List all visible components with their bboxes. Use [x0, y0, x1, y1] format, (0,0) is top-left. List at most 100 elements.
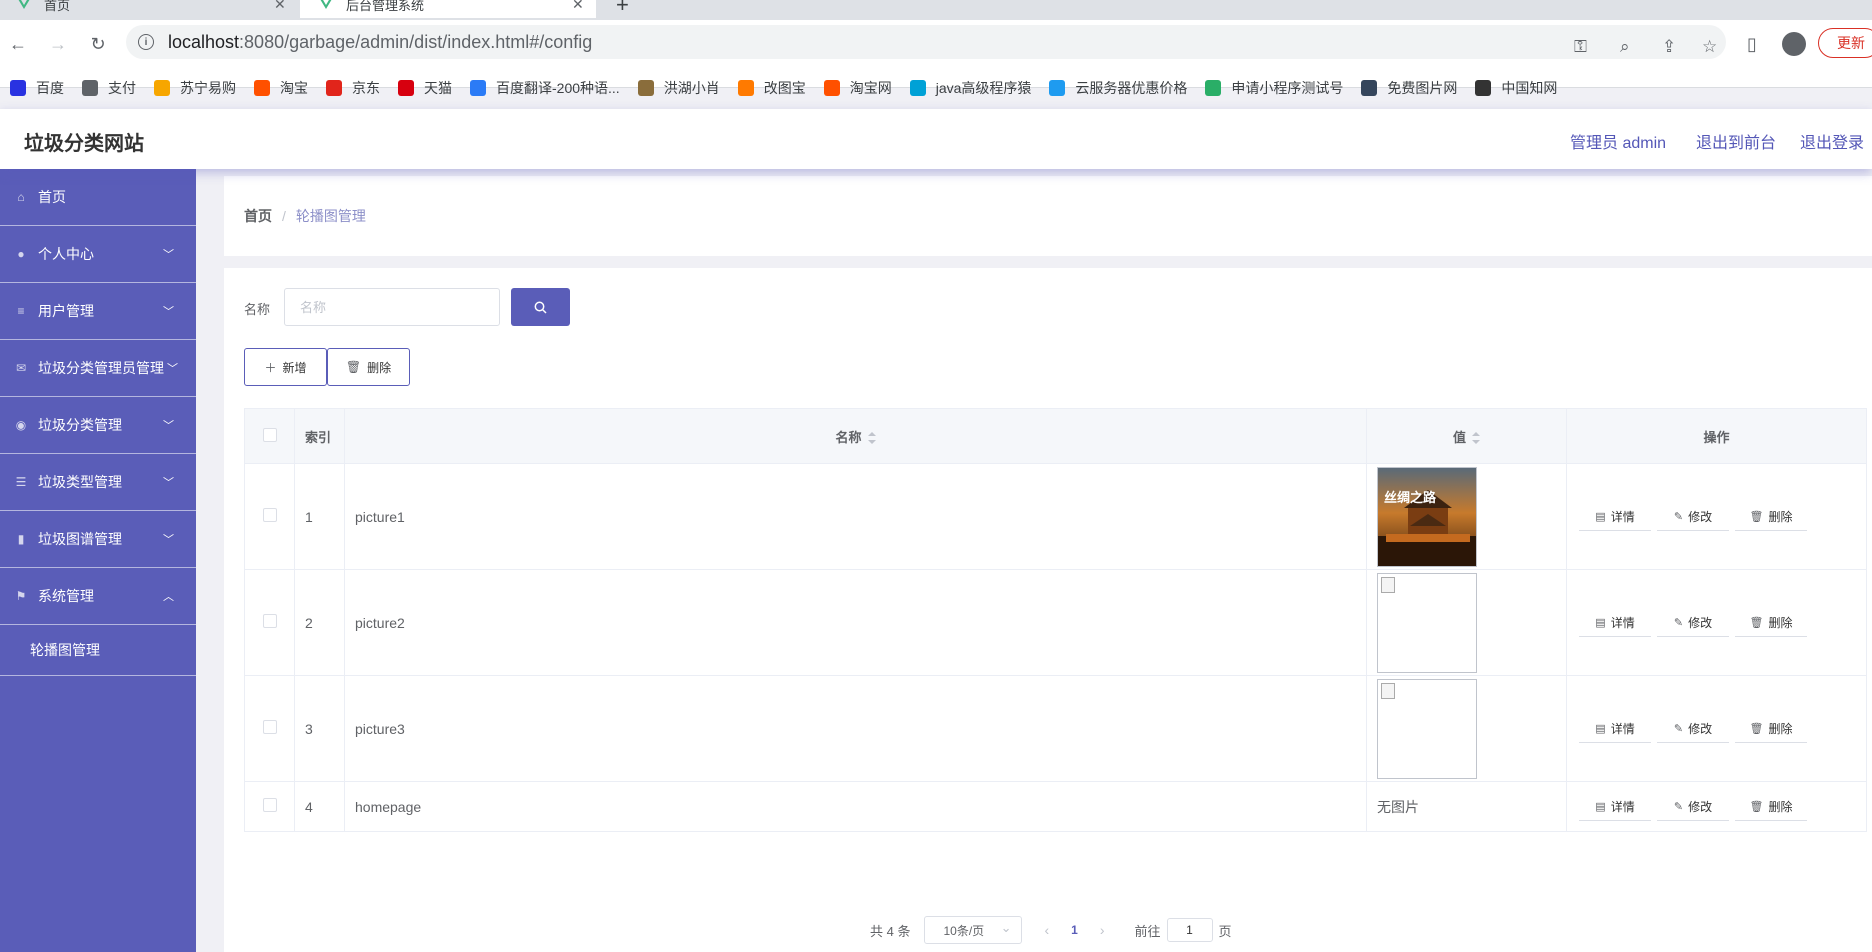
- side-panel-icon[interactable]: ▯: [1740, 32, 1764, 56]
- detail-button[interactable]: ▤ 详情: [1579, 503, 1651, 531]
- close-tab-icon[interactable]: ✕: [274, 0, 286, 13]
- select-all-checkbox[interactable]: [262, 427, 277, 442]
- profile-avatar-icon[interactable]: [1782, 32, 1806, 56]
- sidebar-item-home[interactable]: ⌂ 首页: [0, 169, 196, 226]
- delete-button[interactable]: 🗑 删除: [1735, 715, 1807, 743]
- bookmark-item[interactable]: 淘宝: [254, 78, 308, 98]
- bookmark-item[interactable]: 申请小程序测试号: [1205, 78, 1343, 98]
- sidebar-item-personal-center[interactable]: ● 个人中心 ﹀: [0, 226, 196, 283]
- admin-user-label[interactable]: 管理员 admin: [1570, 129, 1666, 153]
- address-bar[interactable]: i localhost:8080/garbage/admin/dist/inde…: [126, 25, 1726, 59]
- bookmark-item[interactable]: 免费图片网: [1361, 78, 1457, 98]
- detail-button[interactable]: ▤ 详情: [1579, 609, 1651, 637]
- add-button-label: 新增: [282, 360, 307, 375]
- data-table: 索引 名称 值 操作 1 picture1 丝绸之路 ▤ 详情 ✎ 修改 🗑 删除 2 pictur…: [244, 408, 1867, 832]
- search-input[interactable]: [284, 288, 500, 326]
- broken-image-placeholder[interactable]: [1377, 678, 1477, 779]
- browser-tab-home[interactable]: 首页 ✕: [0, 0, 296, 18]
- sidebar-item-user-management[interactable]: ≡ 用户管理 ﹀: [0, 283, 196, 340]
- bookmark-item[interactable]: 百度: [10, 78, 64, 98]
- add-button[interactable]: ＋ 新增: [244, 348, 327, 386]
- edit-button[interactable]: ✎ 修改: [1657, 609, 1729, 637]
- detail-button[interactable]: ▤ 详情: [1579, 715, 1651, 743]
- delete-button[interactable]: 🗑 删除: [1735, 793, 1807, 821]
- bookmark-item[interactable]: 云服务器优惠价格: [1049, 78, 1187, 98]
- row-checkbox[interactable]: [262, 508, 277, 522]
- bookmark-item[interactable]: 改图宝: [737, 78, 806, 98]
- bookmark-item[interactable]: 京东: [326, 78, 380, 98]
- cloud-icon: [1049, 80, 1066, 96]
- row-name: homepage: [344, 781, 1367, 832]
- bookmark-item[interactable]: 中国知网: [1475, 78, 1557, 98]
- bookmark-item[interactable]: 苏宁易购: [154, 78, 236, 98]
- delete-button[interactable]: 🗑 删除: [1735, 609, 1807, 637]
- bookmark-item[interactable]: 百度翻译-200种语...: [470, 78, 620, 98]
- reload-icon[interactable]: ↻: [86, 32, 110, 56]
- document-icon: ▤: [1595, 510, 1606, 523]
- sidebar-item-system-management[interactable]: ⚑ 系统管理 ︿: [0, 568, 196, 625]
- exit-to-frontend-link[interactable]: 退出到前台: [1696, 129, 1776, 153]
- prev-page-icon[interactable]: ‹: [1044, 922, 1049, 938]
- new-tab-icon[interactable]: +: [616, 0, 629, 18]
- bookmark-item[interactable]: java高级程序猿: [909, 78, 1031, 98]
- back-arrow-icon[interactable]: ←: [6, 32, 30, 56]
- bookmark-item[interactable]: 支付: [82, 78, 136, 98]
- detail-label: 详情: [1610, 615, 1635, 630]
- baidu-icon: [10, 80, 26, 96]
- bookmark-item[interactable]: 洪湖小肖: [637, 78, 720, 98]
- delete-button[interactable]: 🗑 删除: [1735, 503, 1807, 531]
- gaitubao-icon: [737, 80, 754, 96]
- column-header-label: 名称: [835, 429, 862, 445]
- table-header-row: 索引 名称 值 操作: [244, 408, 1867, 464]
- edit-button[interactable]: ✎ 修改: [1657, 793, 1729, 821]
- app-header: 垃圾分类网站 管理员 admin 退出到前台 退出登录: [0, 109, 1872, 169]
- sidebar-item-garbage-atlas[interactable]: ▮ 垃圾图谱管理 ﹀: [0, 511, 196, 568]
- row-name: picture2: [344, 569, 1367, 676]
- bookmark-item[interactable]: 淘宝网: [823, 78, 892, 98]
- row-checkbox[interactable]: [262, 720, 277, 734]
- column-header-name[interactable]: 名称: [344, 408, 1367, 464]
- sidebar-item-garbage-type[interactable]: ☰ 垃圾类型管理 ﹀: [0, 454, 196, 511]
- breadcrumb-home[interactable]: 首页: [244, 206, 272, 226]
- page-number-current[interactable]: 1: [1071, 923, 1078, 937]
- column-header-value[interactable]: 值: [1366, 408, 1567, 464]
- bookmark-label: 苏宁易购: [180, 80, 236, 96]
- carousel-thumbnail-image[interactable]: 丝绸之路: [1377, 466, 1477, 567]
- detail-button[interactable]: ▤ 详情: [1579, 793, 1651, 821]
- sidebar-subitem-carousel[interactable]: 轮播图管理: [0, 625, 196, 676]
- search-button[interactable]: [511, 288, 570, 326]
- document-icon: ▤: [1595, 722, 1606, 735]
- next-page-icon[interactable]: ›: [1100, 922, 1105, 938]
- page-size-select[interactable]: 10条/页: [924, 916, 1023, 944]
- chevron-down-icon: ﹀: [163, 477, 174, 489]
- browser-tab-admin[interactable]: 后台管理系统 ✕: [300, 0, 596, 18]
- logout-link[interactable]: 退出登录: [1800, 129, 1864, 153]
- brush-icon: ▮: [17, 532, 25, 546]
- update-button[interactable]: 更新: [1818, 28, 1872, 58]
- goto-page-input[interactable]: 1: [1166, 918, 1213, 942]
- edit-button[interactable]: ✎ 修改: [1657, 503, 1729, 531]
- key-icon[interactable]: ⚿: [1574, 37, 1587, 57]
- row-select-cell: [244, 781, 295, 832]
- bookmark-star-icon[interactable]: ☆: [1702, 37, 1717, 57]
- row-checkbox[interactable]: [262, 798, 277, 812]
- site-info-icon[interactable]: i: [138, 34, 154, 50]
- zoom-icon[interactable]: ⌕: [1620, 37, 1630, 57]
- browser-tab-strip: 首页 ✕ 后台管理系统 ✕ +: [0, 0, 1872, 20]
- sidebar-item-garbage-classification[interactable]: ◉ 垃圾分类管理 ﹀: [0, 397, 196, 454]
- row-checkbox[interactable]: [262, 614, 277, 628]
- sort-icon[interactable]: [1472, 432, 1480, 445]
- sidebar-item-garbage-admin-management[interactable]: ✉ 垃圾分类管理员管理 ﹀: [0, 340, 196, 397]
- forward-arrow-icon[interactable]: →: [46, 32, 70, 56]
- edit-button[interactable]: ✎ 修改: [1657, 715, 1729, 743]
- row-value: 丝绸之路: [1366, 463, 1567, 570]
- broken-image-placeholder[interactable]: [1377, 572, 1477, 673]
- bookmark-label: 云服务器优惠价格: [1075, 80, 1188, 96]
- trash-icon: 🗑: [1749, 616, 1764, 629]
- share-icon[interactable]: ⇪: [1662, 37, 1676, 57]
- batch-delete-button[interactable]: 🗑 删除: [327, 348, 410, 386]
- bookmark-item[interactable]: 天猫: [398, 78, 452, 98]
- close-tab-icon[interactable]: ✕: [572, 0, 584, 13]
- sort-icon[interactable]: [867, 432, 876, 445]
- table-row: 2 picture2 ▤ 详情 ✎ 修改 🗑 删除: [244, 569, 1867, 676]
